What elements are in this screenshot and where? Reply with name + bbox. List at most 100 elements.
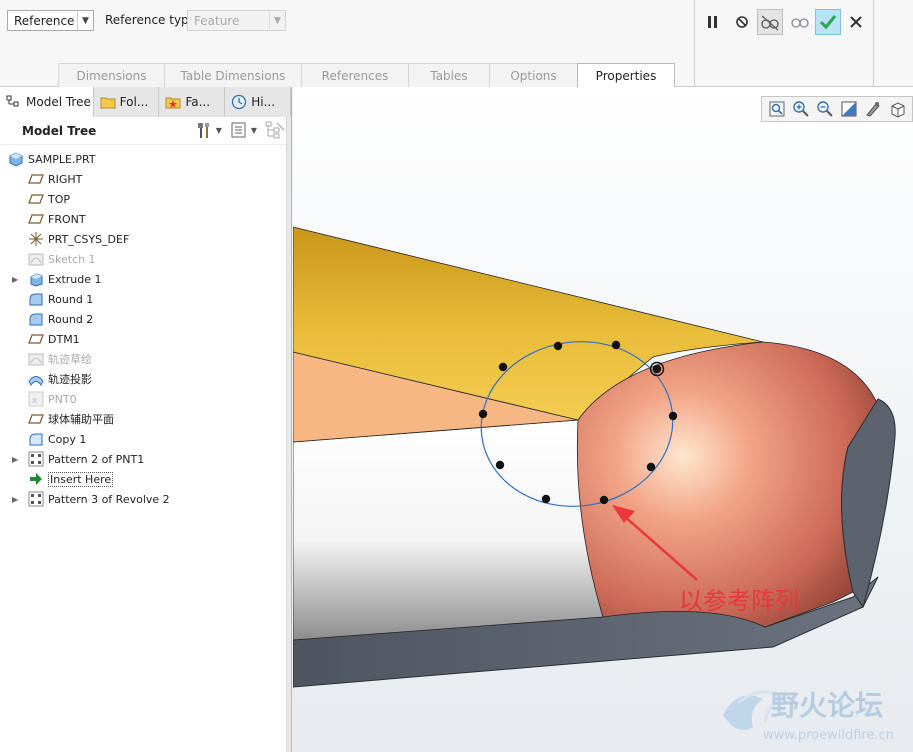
saved-orientations-icon[interactable] xyxy=(888,100,906,118)
pattern-icon xyxy=(28,491,48,507)
tree-item[interactable]: PRT_CSYS_DEF xyxy=(0,229,291,249)
chevron-down-icon: ▼ xyxy=(215,125,222,135)
feature-dashboard: Reference ▼ Reference type Feature ▼ Dim… xyxy=(0,0,913,88)
tab-label: Model Tree xyxy=(26,95,91,109)
model-tree: SAMPLE.PRT RIGHT TOP FRONT PRT_CSYS_DEF Sketc… xyxy=(0,145,291,509)
tab-references[interactable]: References xyxy=(301,63,409,87)
tab-label: Tables xyxy=(430,68,468,83)
reference-type-label: Reference type xyxy=(105,13,197,27)
insert-arrow-icon xyxy=(28,471,48,487)
tree-item[interactable]: 球体辅助平面 xyxy=(0,409,291,429)
tab-label: References xyxy=(321,68,389,83)
tree-item-label: Insert Here xyxy=(48,471,114,487)
pattern-type-dropdown[interactable]: Reference ▼ xyxy=(7,10,94,31)
tree-item-label: Copy 1 xyxy=(48,432,87,446)
checkmark-icon xyxy=(819,15,837,30)
folder-icon xyxy=(100,97,116,109)
panel-scrollbar[interactable] xyxy=(286,117,291,752)
ok-button[interactable] xyxy=(815,9,841,35)
tree-item[interactable]: FRONT xyxy=(0,209,291,229)
expand-arrow-icon[interactable]: ▶ xyxy=(12,275,20,284)
tree-item[interactable]: Round 1 xyxy=(0,289,291,309)
model-scene: 以参考阵列 野火论坛 www.proewildfire.cn xyxy=(293,226,896,743)
watermark-url: www.proewildfire.cn xyxy=(763,728,894,743)
round-icon xyxy=(28,291,48,307)
tree-item[interactable]: RIGHT xyxy=(0,169,291,189)
sketch-icon xyxy=(28,251,48,267)
tree-item[interactable]: Copy 1 xyxy=(0,429,291,449)
settings-menu-button[interactable]: ▼ xyxy=(195,121,222,139)
tree-item[interactable]: SAMPLE.PRT xyxy=(0,149,291,169)
extrude-icon xyxy=(28,271,48,287)
tab-options[interactable]: Options xyxy=(489,63,578,87)
model-tree-title: Model Tree xyxy=(22,123,97,138)
verify-preview-button[interactable] xyxy=(757,9,783,35)
tab-table-dimensions[interactable]: Table Dimensions xyxy=(164,63,302,87)
tree-item-label: 轨迹投影 xyxy=(48,373,92,386)
close-icon xyxy=(850,16,862,28)
cancel-button[interactable] xyxy=(843,9,869,35)
tree-item-label: 轨迹草绘 xyxy=(48,353,92,366)
tab-tables[interactable]: Tables xyxy=(408,63,490,87)
expand-arrow-icon[interactable]: ▶ xyxy=(12,455,20,464)
tab-dimensions[interactable]: Dimensions xyxy=(58,63,165,87)
tree-item[interactable]: 轨迹投影 xyxy=(0,369,291,389)
model-tree-icon xyxy=(6,95,19,107)
tree-item-label: PRT_CSYS_DEF xyxy=(48,232,130,246)
tree-item[interactable]: Insert Here xyxy=(0,469,291,489)
tree-item[interactable]: ▶ Extrude 1 xyxy=(0,269,291,289)
zoom-in-icon[interactable] xyxy=(792,100,810,118)
reference-type-value: Feature xyxy=(194,13,240,28)
no-preview-button[interactable] xyxy=(729,9,755,35)
pause-button[interactable] xyxy=(700,9,726,35)
view-toolbar xyxy=(761,96,913,122)
glasses-icon xyxy=(791,18,809,28)
tab-history[interactable]: Hi... xyxy=(225,87,292,117)
repaint-icon[interactable] xyxy=(840,100,858,118)
tree-item-label: 球体辅助平面 xyxy=(48,413,114,426)
sketch-icon xyxy=(28,351,48,367)
show-menu-button[interactable]: ▼ xyxy=(230,121,257,139)
csys-icon xyxy=(28,231,48,247)
tree-item[interactable]: DTM1 xyxy=(0,329,291,349)
datum-plane-icon xyxy=(28,211,48,227)
round-icon xyxy=(28,311,48,327)
model-tree-header: Model Tree ▼ ▼ xyxy=(0,117,291,145)
tree-item[interactable]: x PNT0 xyxy=(0,389,291,409)
navigator-tabs: Model Tree Fol... Fa... Hi... xyxy=(0,87,292,117)
tab-favorites[interactable]: Fa... xyxy=(159,87,226,117)
tree-filter-icon[interactable] xyxy=(265,121,285,139)
tree-item-label: TOP xyxy=(48,192,71,206)
tab-model-tree[interactable]: Model Tree xyxy=(0,87,94,117)
list-icon xyxy=(231,122,246,138)
tab-label: Properties xyxy=(595,69,657,83)
display-style-icon[interactable] xyxy=(864,100,882,118)
tree-item[interactable]: Round 2 xyxy=(0,309,291,329)
tab-properties[interactable]: Properties xyxy=(577,63,675,88)
zoom-out-icon[interactable] xyxy=(816,100,834,118)
no-preview-icon xyxy=(736,16,748,28)
tree-item[interactable]: Sketch 1 xyxy=(0,249,291,269)
chevron-down-icon: ▼ xyxy=(269,11,285,30)
tree-item[interactable]: ▶ Pattern 2 of PNT1 xyxy=(0,449,291,469)
tab-label: Table Dimensions xyxy=(180,68,286,83)
graphics-viewport[interactable]: 以参考阵列 野火论坛 www.proewildfire.cn xyxy=(293,87,913,752)
part-icon xyxy=(8,151,28,167)
chevron-down-icon: ▼ xyxy=(77,11,93,30)
svg-text:x: x xyxy=(32,396,38,406)
pattern-type-value: Reference xyxy=(14,13,75,28)
expand-arrow-icon[interactable]: ▶ xyxy=(12,495,20,504)
view-geometry-button[interactable] xyxy=(787,9,813,35)
reference-type-dropdown[interactable]: Feature ▼ xyxy=(187,10,286,31)
tab-folder-browser[interactable]: Fol... xyxy=(93,87,160,117)
glasses-icon xyxy=(761,15,779,31)
tree-item[interactable]: 轨迹草绘 xyxy=(0,349,291,369)
tree-item[interactable]: ▶ Pattern 3 of Revolve 2 xyxy=(0,489,291,509)
tree-item-label: PNT0 xyxy=(48,392,77,406)
tree-item[interactable]: TOP xyxy=(0,189,291,209)
datum-plane-icon xyxy=(28,411,48,427)
datum-plane-icon xyxy=(28,331,48,347)
refit-icon[interactable] xyxy=(768,100,786,118)
annotation-text: 以参考阵列 xyxy=(679,587,799,615)
tools-icon xyxy=(197,123,209,138)
